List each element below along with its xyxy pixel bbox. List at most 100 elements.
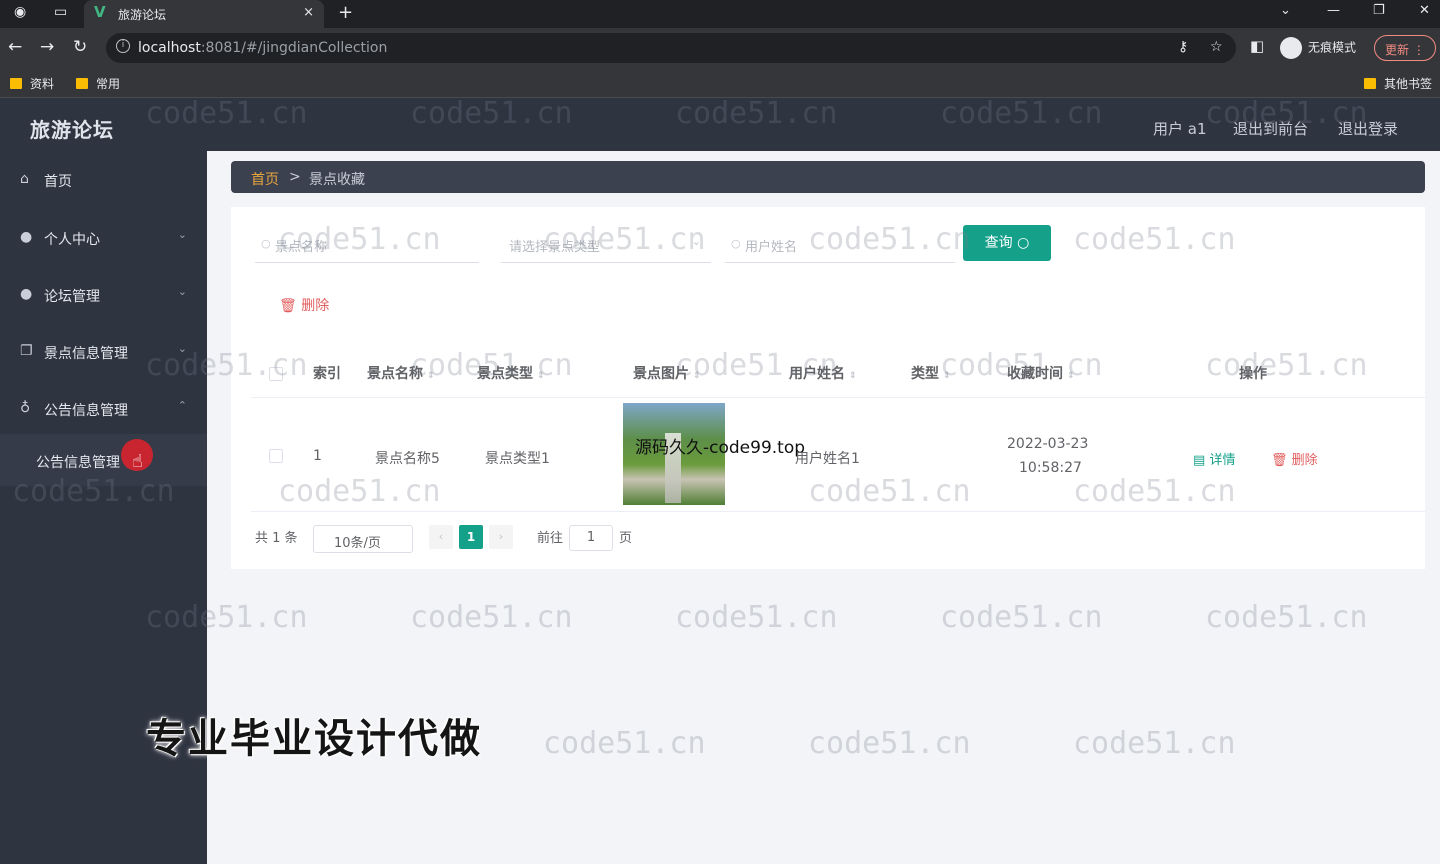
tab-close-icon[interactable]: × — [303, 5, 314, 20]
sidebar-item-label: 个人中心 — [44, 232, 100, 248]
forward-icon[interactable]: → — [40, 37, 54, 57]
chevron-up-icon: ⌃ — [177, 399, 187, 412]
search-icon: ○ — [731, 237, 741, 250]
cell-index: 1 — [313, 448, 322, 464]
goto-label: 前往 — [537, 531, 564, 546]
column-header-scenic-type[interactable]: 景点类型 ⇕ — [477, 363, 545, 383]
column-header-user-name[interactable]: 用户姓名 ⇕ — [789, 363, 857, 383]
sort-icon[interactable]: ⇕ — [693, 371, 701, 381]
browser-tab[interactable]: V 旅游论坛 × — [84, 0, 324, 28]
incognito-icon — [1280, 37, 1302, 59]
sidebar-subitem-notice-management[interactable]: 公告信息管理 — [0, 434, 207, 486]
app-title: 旅游论坛 — [30, 118, 114, 142]
sidebar-item-scenic-management[interactable]: ❐ 景点信息管理 ⌄ — [0, 324, 207, 380]
logout-link[interactable]: 退出登录 — [1338, 118, 1398, 139]
sort-icon[interactable]: ⇕ — [849, 371, 857, 381]
breadcrumb-home[interactable]: 首页 — [251, 169, 279, 189]
scenic-type-select[interactable]: 请选择景点类型 ⌄ — [501, 225, 711, 263]
input-placeholder: 用户姓名 — [745, 240, 798, 255]
batch-delete-button[interactable]: 🗑 删除 — [279, 295, 329, 315]
scenic-name-input[interactable]: ○ 景点名称 — [255, 225, 479, 263]
folder-icon — [10, 78, 22, 89]
row-checkbox[interactable] — [269, 449, 283, 463]
cell-scenic-type: 景点类型1 — [485, 451, 550, 467]
side-panel-icon[interactable]: ◧ — [1250, 37, 1264, 55]
bookmark-folder[interactable]: 常用 — [76, 75, 120, 92]
sidebar-item-forum-management[interactable]: ● 论坛管理 ⌄ — [0, 267, 207, 323]
bookmark-star-icon[interactable]: ☆ — [1210, 39, 1223, 55]
tab-title: 旅游论坛 — [118, 8, 167, 22]
sort-icon[interactable]: ⇕ — [943, 371, 951, 381]
new-tab-button[interactable]: + — [338, 2, 353, 23]
search-icon: ○ — [261, 237, 271, 250]
chevron-down-icon: ⌄ — [177, 285, 187, 298]
other-bookmarks[interactable]: 其他书签 — [1364, 75, 1432, 92]
copy-icon: ❐ — [20, 343, 33, 359]
column-header-scenic-image[interactable]: 景点图片 ⇕ — [633, 363, 701, 383]
sidebar-item-label: 景点信息管理 — [44, 346, 128, 362]
cell-collect-date: 2022-03-23 — [1007, 436, 1089, 452]
page-size-select[interactable]: 10条/页 — [313, 525, 413, 553]
update-button[interactable]: 更新 ⋮ — [1374, 35, 1436, 61]
collection-card: ○ 景点名称 请选择景点类型 ⌄ ○ 用户姓名 查询 ○ 🗑 删除 索引 景点名… — [231, 207, 1425, 569]
prev-page-button[interactable]: ‹ — [429, 525, 453, 549]
url-text[interactable]: localhost:8081/#/jingdianCollection — [138, 40, 387, 56]
folder-icon — [1364, 78, 1376, 89]
search-icon: ○ — [1017, 235, 1030, 251]
tab-list-icon[interactable]: ⌄ — [1280, 3, 1291, 18]
tab-search-icon[interactable]: ▭ — [54, 4, 67, 20]
sort-icon[interactable]: ⇕ — [427, 371, 435, 381]
chevron-down-icon: ⌄ — [177, 342, 187, 355]
sidebar-item-notice-management[interactable]: ♁ 公告信息管理 ⌃ — [0, 381, 207, 437]
column-header-type[interactable]: 类型 ⇕ — [911, 363, 951, 383]
chevron-down-icon: ⌄ — [177, 228, 187, 241]
user-name-input[interactable]: ○ 用户姓名 — [725, 225, 955, 263]
trash-icon: 🗑 — [1271, 453, 1288, 468]
column-header-index: 索引 — [313, 366, 341, 382]
vue-logo-icon: V — [94, 3, 106, 21]
next-page-button[interactable]: › — [489, 525, 513, 549]
hand-cursor-icon: ☝ — [132, 451, 143, 472]
sidebar-subitem-label: 公告信息管理 — [36, 455, 120, 471]
app-header: 旅游论坛 用户 a1 退出到前台 退出登录 — [0, 98, 1440, 151]
minimize-icon[interactable]: — — [1327, 3, 1340, 18]
sort-icon[interactable]: ⇕ — [1067, 371, 1075, 381]
promo-overlay-text: 专业毕业设计代做 — [146, 716, 482, 762]
browser-profile-icon[interactable]: ◉ — [14, 4, 26, 20]
detail-button[interactable]: ▤ 详情 — [1193, 449, 1235, 468]
cell-collect-time: 10:58:27 — [1019, 460, 1082, 476]
input-placeholder: 景点名称 — [275, 240, 328, 255]
column-header-actions: 操作 — [1239, 366, 1267, 382]
site-info-icon[interactable]: i — [116, 39, 130, 53]
sidebar-item-label: 论坛管理 — [44, 289, 100, 305]
goto-page-input[interactable]: 1 — [569, 525, 613, 551]
row-delete-button[interactable]: 🗑 删除 — [1271, 449, 1318, 468]
key-icon[interactable]: ⚷ — [1178, 39, 1188, 55]
restore-icon[interactable]: ❐ — [1373, 3, 1385, 18]
select-all-checkbox[interactable] — [269, 367, 283, 381]
sort-icon[interactable]: ⇕ — [537, 371, 545, 381]
reload-icon[interactable]: ↻ — [73, 37, 87, 57]
trash-icon: 🗑 — [279, 298, 297, 314]
window-close-icon[interactable]: ✕ — [1419, 3, 1430, 18]
chevron-down-icon: ⌄ — [691, 235, 701, 248]
bookmark-folder[interactable]: 资料 — [10, 75, 54, 92]
sidebar-item-label: 首页 — [44, 174, 72, 190]
breadcrumb-separator: > — [289, 169, 301, 185]
back-icon[interactable]: ← — [8, 37, 22, 57]
sidebar-item-home[interactable]: ⌂ 首页 — [0, 152, 207, 208]
column-header-collect-time[interactable]: 收藏时间 ⇕ — [1007, 363, 1075, 383]
cell-scenic-name: 景点名称5 — [375, 451, 440, 467]
cell-user-name: 用户姓名1 — [795, 451, 860, 467]
address-bar[interactable]: i localhost:8081/#/jingdianCollection ⚷ … — [106, 33, 1236, 63]
query-button[interactable]: 查询 ○ — [963, 225, 1051, 261]
incognito-indicator[interactable]: 无痕模式 — [1280, 37, 1356, 59]
pagination-total: 共 1 条 — [255, 531, 298, 546]
sidebar-item-personal-center[interactable]: ● 个人中心 ⌄ — [0, 210, 207, 266]
sidebar-item-label: 公告信息管理 — [44, 403, 128, 419]
back-to-front-link[interactable]: 退出到前台 — [1233, 118, 1308, 139]
current-page-button[interactable]: 1 — [459, 525, 483, 549]
column-header-scenic-name[interactable]: 景点名称 ⇕ — [367, 363, 435, 383]
page-suffix: 页 — [619, 531, 633, 546]
folder-icon — [76, 78, 88, 89]
